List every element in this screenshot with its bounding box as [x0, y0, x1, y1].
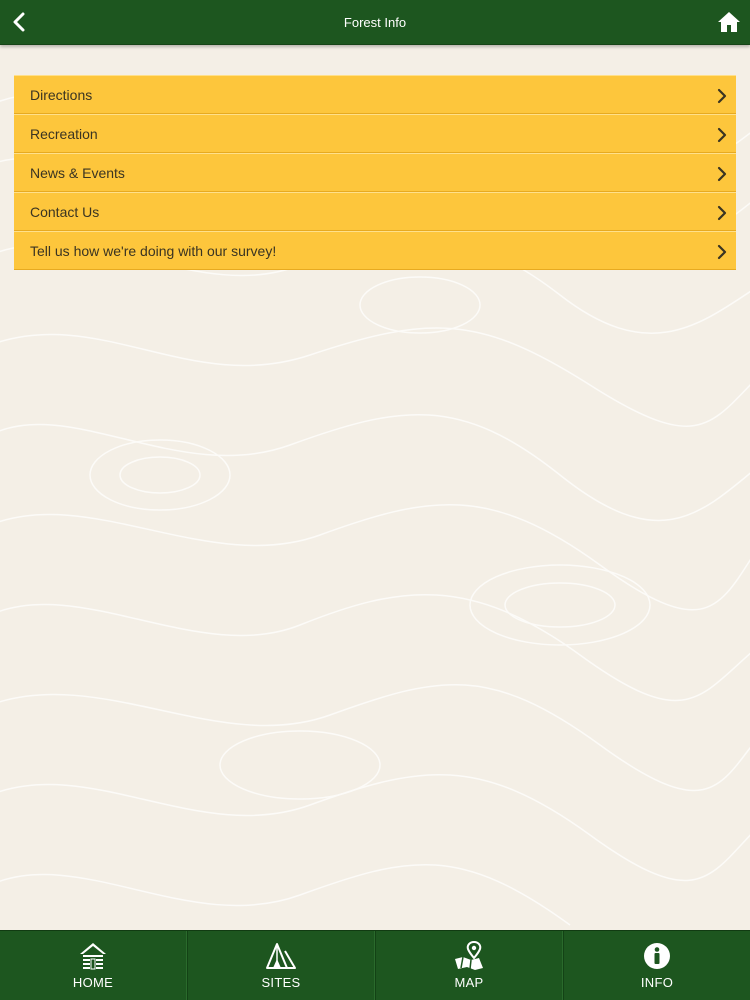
chevron-right-icon: [716, 205, 728, 221]
tent-icon: [265, 941, 297, 971]
menu-item-recreation[interactable]: Recreation: [14, 114, 736, 153]
tab-sites[interactable]: SITES: [187, 931, 375, 1000]
tab-map[interactable]: MAP: [375, 931, 563, 1000]
chevron-right-icon: [716, 244, 728, 260]
menu-item-label: Contact Us: [30, 203, 100, 220]
home-button[interactable]: [716, 9, 742, 35]
map-pin-icon: [453, 941, 485, 971]
tab-info[interactable]: INFO: [563, 931, 750, 1000]
chevron-right-icon: [716, 127, 728, 143]
menu-item-label: Directions: [30, 86, 93, 103]
home-icon: [718, 12, 740, 32]
menu-item-contact-us[interactable]: Contact Us: [14, 192, 736, 231]
bottom-tab-bar: HOME SITES MAP INFO: [0, 930, 750, 1000]
info-icon: [641, 941, 673, 971]
menu-item-label: News & Events: [30, 164, 125, 181]
tab-home[interactable]: HOME: [0, 931, 187, 1000]
chevron-right-icon: [716, 166, 728, 182]
menu-item-label: Recreation: [30, 125, 98, 142]
page-title: Forest Info: [343, 15, 407, 30]
tab-label: SITES: [261, 975, 301, 990]
tab-label: HOME: [72, 975, 114, 990]
tab-label: INFO: [640, 975, 674, 990]
chevron-right-icon: [716, 88, 728, 104]
cabin-icon: [77, 941, 109, 971]
menu-item-directions[interactable]: Directions: [14, 75, 736, 114]
menu-item-label: Tell us how we're doing with our survey!: [30, 242, 277, 259]
top-navigation-bar: Forest Info: [0, 0, 750, 45]
menu-item-news-events[interactable]: News & Events: [14, 153, 736, 192]
forest-info-menu: Directions Recreation News & Events Cont…: [14, 75, 736, 270]
menu-item-survey[interactable]: Tell us how we're doing with our survey!: [14, 231, 736, 270]
tab-label: MAP: [454, 975, 484, 990]
